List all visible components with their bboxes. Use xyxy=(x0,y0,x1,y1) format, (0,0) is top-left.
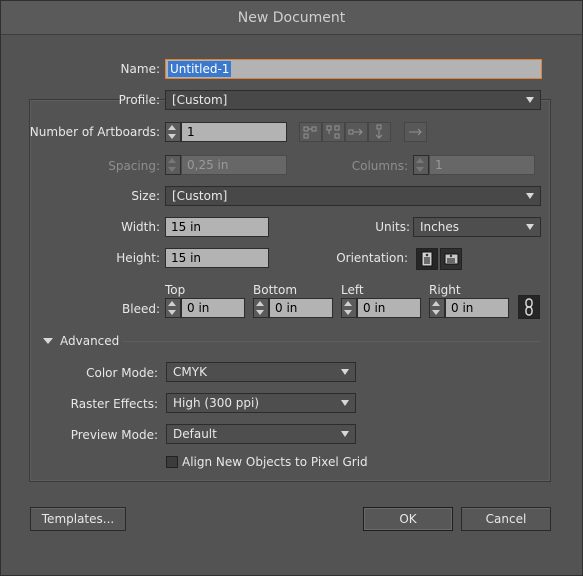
bleed-label: Bleed: xyxy=(122,302,160,316)
disclosure-triangle-icon[interactable] xyxy=(43,338,53,344)
divider xyxy=(122,341,541,342)
preview-mode-value: Default xyxy=(173,427,217,441)
ok-button[interactable]: OK xyxy=(363,507,453,531)
size-value: [Custom] xyxy=(172,189,228,203)
name-label: Name: xyxy=(120,62,160,76)
raster-effects-value: High (300 ppi) xyxy=(173,396,260,410)
increment-icon xyxy=(256,301,264,306)
decrement-icon xyxy=(168,167,176,172)
units-dropdown[interactable]: Inches xyxy=(413,217,541,237)
landscape-icon xyxy=(444,253,459,265)
units-label: Units: xyxy=(375,220,410,234)
preview-mode-label: Preview Mode: xyxy=(70,428,158,442)
templates-button[interactable]: Templates... xyxy=(30,507,126,531)
width-input[interactable]: 15 in xyxy=(165,217,269,237)
advanced-toggle[interactable]: Advanced xyxy=(60,334,119,348)
artboards-stepper[interactable] xyxy=(165,122,181,142)
bleed-top-stepper[interactable] xyxy=(165,298,181,318)
columns-stepper[interactable] xyxy=(413,155,429,175)
bleed-left-input[interactable]: 0 in xyxy=(357,298,421,318)
arrange-by-column-button[interactable] xyxy=(368,122,391,142)
units-value: Inches xyxy=(420,220,459,234)
chain-link-icon xyxy=(525,298,533,316)
bleed-left-stepper[interactable] xyxy=(341,298,357,318)
dialog-title: New Document xyxy=(1,1,582,35)
preview-mode-dropdown[interactable]: Default xyxy=(166,424,356,444)
decrement-icon xyxy=(432,310,440,315)
profile-value: [Custom] xyxy=(172,93,228,107)
height-input[interactable]: 15 in xyxy=(165,248,269,268)
chevron-down-icon xyxy=(341,369,349,375)
chevron-down-icon xyxy=(526,224,534,230)
spacing-stepper[interactable] xyxy=(165,155,181,175)
portrait-icon xyxy=(421,251,433,267)
align-pixel-grid-checkbox[interactable] xyxy=(166,456,178,468)
grid-by-column-icon xyxy=(326,125,340,139)
increment-icon xyxy=(432,301,440,306)
chevron-down-icon xyxy=(341,400,349,406)
bleed-top-label: Top xyxy=(165,283,186,297)
decrement-icon xyxy=(344,310,352,315)
decrement-icon xyxy=(256,310,264,315)
bleed-left-label: Left xyxy=(341,283,364,297)
raster-effects-label: Raster Effects: xyxy=(70,397,158,411)
columns-input[interactable]: 1 xyxy=(429,155,535,175)
color-mode-value: CMYK xyxy=(173,365,207,379)
name-value: Untitled-1 xyxy=(168,61,232,77)
profile-label: Profile: xyxy=(118,93,160,107)
grid-by-row-icon xyxy=(303,126,317,139)
size-label: Size: xyxy=(131,189,160,203)
chevron-down-icon xyxy=(341,431,349,437)
arrange-by-row-button[interactable] xyxy=(345,122,368,142)
raster-effects-dropdown[interactable]: High (300 ppi) xyxy=(166,393,356,413)
chevron-down-icon xyxy=(526,97,534,103)
bleed-right-label: Right xyxy=(429,283,461,297)
color-mode-dropdown[interactable]: CMYK xyxy=(166,362,356,382)
decrement-icon xyxy=(416,167,424,172)
arrange-by-column-icon xyxy=(375,124,383,139)
width-label: Width: xyxy=(121,220,160,234)
height-label: Height: xyxy=(116,251,160,265)
artboards-label: Number of Artboards: xyxy=(29,125,160,139)
orientation-label: Orientation: xyxy=(336,251,408,265)
artboards-input[interactable]: 1 xyxy=(181,122,287,142)
profile-dropdown[interactable]: [Custom] xyxy=(165,90,541,110)
columns-label: Columns: xyxy=(351,159,408,173)
bleed-link-button[interactable] xyxy=(518,295,540,319)
increment-icon xyxy=(168,301,176,306)
portrait-button[interactable] xyxy=(416,248,438,270)
size-dropdown[interactable]: [Custom] xyxy=(165,186,541,206)
bleed-right-stepper[interactable] xyxy=(429,298,445,318)
spacing-label: Spacing: xyxy=(108,159,160,173)
decrement-icon xyxy=(168,134,176,139)
chevron-down-icon xyxy=(526,193,534,199)
decrement-icon xyxy=(168,310,176,315)
increment-icon xyxy=(344,301,352,306)
name-field[interactable]: Untitled-1 xyxy=(165,59,542,79)
increment-icon xyxy=(168,125,176,130)
increment-icon xyxy=(168,158,176,163)
bleed-bottom-label: Bottom xyxy=(253,283,298,297)
layout-direction-button[interactable] xyxy=(404,122,427,142)
landscape-button[interactable] xyxy=(440,248,462,270)
cancel-button[interactable]: Cancel xyxy=(461,507,551,531)
align-pixel-grid-label[interactable]: Align New Objects to Pixel Grid xyxy=(182,455,368,469)
increment-icon xyxy=(416,158,424,163)
grid-by-column-button[interactable] xyxy=(322,122,345,142)
bleed-top-input[interactable]: 0 in xyxy=(181,298,245,318)
bleed-bottom-input[interactable]: 0 in xyxy=(269,298,333,318)
bleed-right-input[interactable]: 0 in xyxy=(445,298,509,318)
right-to-left-arrow-icon xyxy=(409,128,422,136)
color-mode-label: Color Mode: xyxy=(86,366,158,380)
spacing-input[interactable]: 0,25 in xyxy=(181,155,287,175)
bleed-bottom-stepper[interactable] xyxy=(253,298,269,318)
grid-by-row-button[interactable] xyxy=(299,122,322,142)
arrange-by-row-icon xyxy=(348,128,363,136)
